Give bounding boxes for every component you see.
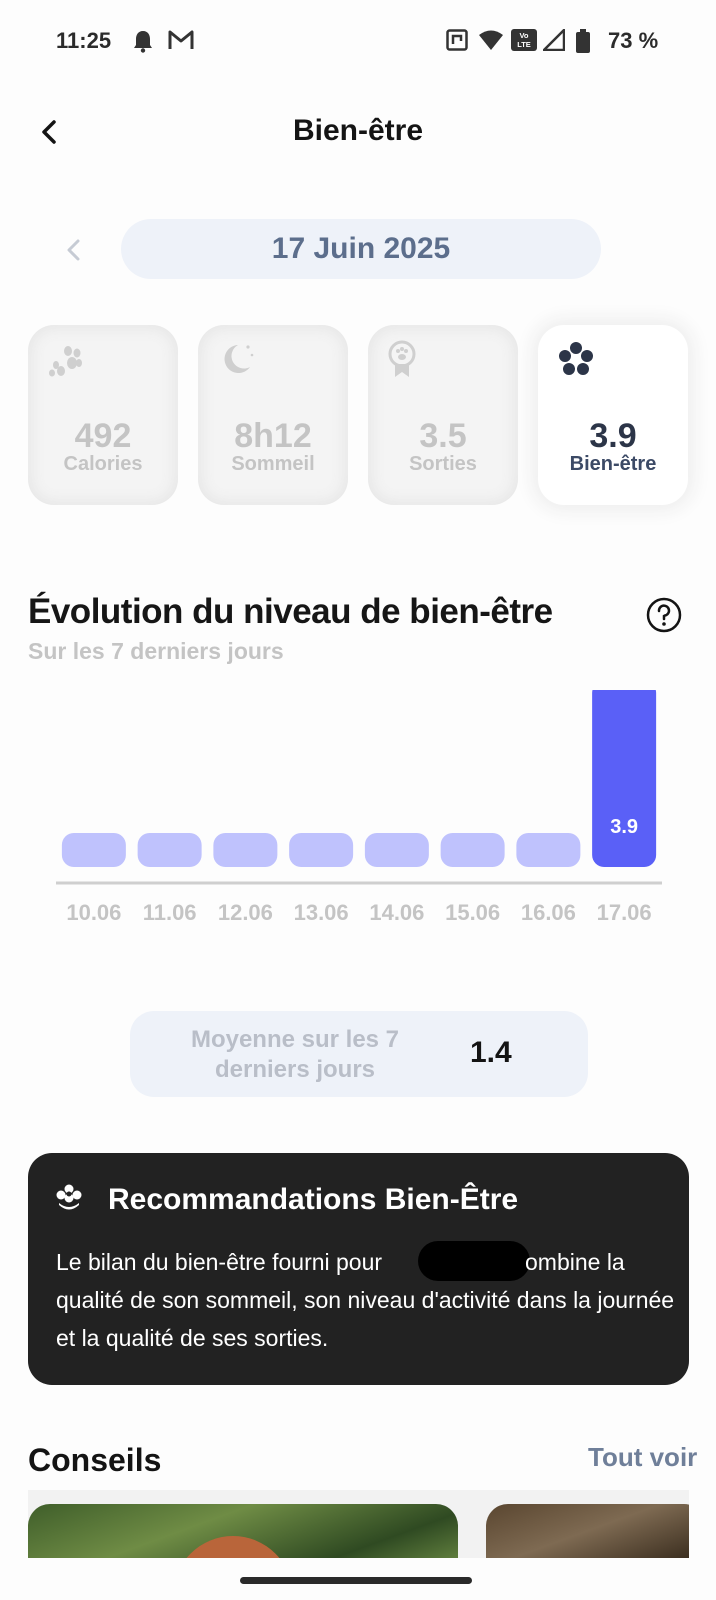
chart-title: Évolution du niveau de bien-être bbox=[28, 592, 553, 631]
nfc-icon bbox=[446, 29, 468, 51]
average-box: Moyenne sur les 7 derniers jours 1.4 bbox=[130, 1011, 588, 1097]
stat-card-calories[interactable]: 492 Calories bbox=[28, 325, 178, 505]
previous-date-button[interactable] bbox=[56, 232, 92, 268]
chart-tick-label: 15.06 bbox=[445, 900, 500, 925]
chart-bar-15.06 bbox=[440, 833, 505, 867]
chart-tick-label: 14.06 bbox=[369, 900, 424, 925]
chart-tick-label: 12.06 bbox=[218, 900, 273, 925]
chart-bar-12.06 bbox=[213, 833, 278, 867]
stat-value: 8h12 bbox=[234, 417, 312, 455]
chart-data-label: 3.9 bbox=[610, 816, 638, 838]
recommendation-card: Recommandations Bien-Être Le bilan du bi… bbox=[28, 1153, 689, 1385]
stat-card-sommeil[interactable]: 8h12 Sommeil bbox=[198, 325, 348, 505]
chart-bar-13.06 bbox=[289, 833, 354, 867]
chart-subtitle: Sur les 7 derniers jours bbox=[28, 638, 284, 664]
home-indicator[interactable] bbox=[240, 1577, 472, 1584]
recommendation-line1-start: Le bilan du bien-être fourni pour bbox=[56, 1249, 383, 1275]
volte-icon: Vo LTE bbox=[511, 29, 537, 51]
stat-value: 3.9 bbox=[589, 417, 637, 455]
dog-photo bbox=[173, 1536, 293, 1558]
stat-card-sorties[interactable]: 3.5 Sorties bbox=[368, 325, 518, 505]
stat-label: Bien-être bbox=[569, 453, 657, 475]
svg-text:Vo: Vo bbox=[519, 31, 528, 40]
average-value: 1.4 bbox=[470, 1036, 512, 1069]
tips-title: Conseils bbox=[28, 1442, 162, 1478]
see-all-link[interactable]: Tout voir bbox=[588, 1442, 697, 1473]
status-bar: 11:25 Vo LTE 73 % bbox=[0, 0, 716, 84]
gmail-icon bbox=[168, 30, 194, 49]
stat-value: 3.5 bbox=[419, 417, 467, 455]
wifi-icon bbox=[479, 30, 503, 50]
chart-tick-label: 16.06 bbox=[521, 900, 576, 925]
flower-icon bbox=[559, 342, 593, 375]
paw-icon bbox=[49, 346, 82, 377]
svg-text:LTE: LTE bbox=[517, 40, 531, 49]
award-paw-icon bbox=[388, 340, 416, 377]
chart-bar-16.06 bbox=[516, 833, 581, 867]
signal-icon bbox=[543, 29, 565, 51]
tip-card-image[interactable] bbox=[28, 1504, 458, 1558]
page-title: Bien-être bbox=[292, 114, 424, 147]
recommendation-line1-end: ombine la bbox=[525, 1249, 625, 1275]
moon-icon bbox=[224, 345, 254, 373]
chart-bar-17.06 bbox=[592, 690, 657, 867]
recommendation-title: Recommandations Bien-Être bbox=[108, 1183, 519, 1216]
chart-tick-label: 13.06 bbox=[294, 900, 349, 925]
stat-card-bien-etre[interactable]: 3.9 Bien-être bbox=[538, 325, 688, 505]
bell-icon bbox=[134, 31, 152, 53]
average-label: Moyenne sur les 7 derniers jours bbox=[190, 1026, 400, 1083]
stat-value: 492 bbox=[74, 417, 132, 455]
stat-label: Sorties bbox=[409, 453, 477, 475]
stat-label: Sommeil bbox=[231, 453, 315, 475]
chart-bar-14.06 bbox=[364, 833, 429, 867]
chart-tick-label: 10.06 bbox=[66, 900, 121, 925]
chart-bar-10.06 bbox=[61, 833, 126, 867]
recommendation-text-rest: qualité de son sommeil, son niveau d'act… bbox=[56, 1287, 675, 1351]
tips-carousel[interactable] bbox=[28, 1490, 689, 1558]
status-time: 11:25 bbox=[56, 28, 112, 53]
stat-label: Calories bbox=[63, 453, 143, 475]
wellbeing-bar-chart: 10.06 11.06 12.06 13.06 14.06 15.06 16.06 3.9 17… bbox=[56, 690, 662, 925]
battery-icon bbox=[576, 29, 590, 53]
tip-card-image[interactable] bbox=[486, 1504, 689, 1558]
date-selector[interactable]: 17 Juin 2025 bbox=[121, 219, 601, 279]
flower-icon bbox=[56, 1184, 82, 1210]
chart-tick-label: 11.06 bbox=[143, 900, 197, 925]
redacted-name bbox=[418, 1241, 530, 1281]
battery-percent: 73 % bbox=[608, 28, 659, 53]
question-circle-icon[interactable] bbox=[646, 597, 682, 633]
chart-bar-11.06 bbox=[137, 833, 202, 867]
chart-tick-label: 17.06 bbox=[597, 900, 652, 925]
